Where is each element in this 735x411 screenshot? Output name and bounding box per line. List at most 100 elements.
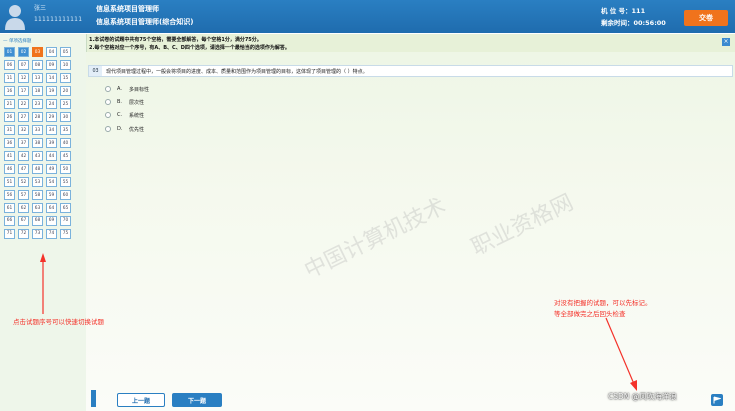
question-cell[interactable]: 44 — [46, 150, 57, 162]
question-cell[interactable]: 54 — [46, 176, 57, 188]
question-cell[interactable]: 14 — [46, 72, 57, 84]
question-cell[interactable]: 58 — [32, 189, 43, 201]
question-cell[interactable]: 42 — [18, 150, 29, 162]
instruction-line-2: 2.每个空格对应一个序号，有A、B、C、D四个选项，请选择一个最恰当的选项作为解… — [89, 45, 290, 51]
question-cell[interactable]: 73 — [32, 228, 43, 240]
question-cell[interactable]: 26 — [4, 111, 15, 123]
question-cell[interactable]: 41 — [4, 150, 15, 162]
next-question-button[interactable]: 下一题 — [172, 393, 222, 407]
question-cell[interactable]: 39 — [46, 137, 57, 149]
radio-icon[interactable] — [105, 99, 111, 105]
question-cell[interactable]: 43 — [32, 150, 43, 162]
seat-number: 机 位 号：111 — [601, 7, 646, 15]
question-cell[interactable]: 36 — [4, 137, 15, 149]
question-cell[interactable]: 04 — [46, 47, 57, 58]
option-a[interactable]: A. 多目标性 — [105, 85, 149, 93]
question-cell[interactable]: 12 — [18, 72, 29, 84]
question-cell[interactable]: 64 — [46, 202, 57, 214]
question-cell[interactable]: 32 — [18, 124, 29, 136]
option-text: 层次性 — [129, 99, 145, 106]
question-cell[interactable]: 49 — [46, 163, 57, 175]
exam-title: 信息系统项目管理师 — [96, 5, 159, 13]
question-cell[interactable]: 62 — [18, 202, 29, 214]
question-cell[interactable]: 11 — [4, 72, 15, 84]
question-cell[interactable]: 08 — [32, 59, 43, 71]
question-cell[interactable]: 21 — [4, 98, 15, 110]
question-cell[interactable]: 71 — [4, 228, 15, 240]
question-cell[interactable]: 50 — [60, 163, 71, 175]
mark-question-button[interactable] — [711, 394, 723, 406]
question-cell[interactable]: 46 — [4, 163, 15, 175]
question-cell[interactable]: 48 — [32, 163, 43, 175]
question-cell[interactable]: 01 — [4, 47, 15, 58]
radio-icon[interactable] — [105, 112, 111, 118]
question-cell[interactable]: 47 — [18, 163, 29, 175]
question-cell[interactable]: 68 — [32, 215, 43, 227]
question-cell[interactable]: 65 — [60, 202, 71, 214]
question-cell[interactable]: 19 — [46, 85, 57, 97]
question-cell[interactable]: 15 — [60, 72, 71, 84]
question-cell[interactable]: 22 — [18, 98, 29, 110]
option-c[interactable]: C. 系统性 — [105, 111, 144, 119]
question-cell[interactable]: 52 — [18, 176, 29, 188]
radio-icon[interactable] — [105, 86, 111, 92]
question-cell[interactable]: 40 — [60, 137, 71, 149]
question-cell[interactable]: 55 — [60, 176, 71, 188]
question-cell[interactable]: 09 — [46, 59, 57, 71]
question-cell[interactable]: 23 — [32, 98, 43, 110]
credit-watermark: CSDN @风吹海洋浪 — [608, 392, 677, 401]
question-cell[interactable]: 60 — [60, 189, 71, 201]
question-cell[interactable]: 56 — [4, 189, 15, 201]
question-cell[interactable]: 24 — [46, 98, 57, 110]
question-cell[interactable]: 70 — [60, 215, 71, 227]
section-title: — 单项选择题 — [3, 39, 32, 44]
question-cell[interactable]: 30 — [60, 111, 71, 123]
question-cell[interactable]: 61 — [4, 202, 15, 214]
question-cell[interactable]: 07 — [18, 59, 29, 71]
question-cell[interactable]: 51 — [4, 176, 15, 188]
question-cell[interactable]: 20 — [60, 85, 71, 97]
option-d[interactable]: D. 优先性 — [105, 125, 144, 133]
question-cell[interactable]: 34 — [46, 124, 57, 136]
question-cell[interactable]: 03 — [32, 47, 43, 58]
question-cell[interactable]: 53 — [32, 176, 43, 188]
question-cell[interactable]: 25 — [60, 98, 71, 110]
user-id: 111111111111 — [34, 16, 83, 23]
question-cell[interactable]: 75 — [60, 228, 71, 240]
question-cell[interactable]: 18 — [32, 85, 43, 97]
question-cell[interactable]: 72 — [18, 228, 29, 240]
question-cell[interactable]: 05 — [60, 47, 71, 58]
question-cell[interactable]: 16 — [4, 85, 15, 97]
question-cell[interactable]: 45 — [60, 150, 71, 162]
question-cell[interactable]: 27 — [18, 111, 29, 123]
question-cell[interactable]: 17 — [18, 85, 29, 97]
close-icon[interactable]: × — [722, 38, 730, 46]
question-cell[interactable]: 67 — [18, 215, 29, 227]
radio-icon[interactable] — [105, 126, 111, 132]
question-cell[interactable]: 69 — [46, 215, 57, 227]
question-cell[interactable]: 59 — [46, 189, 57, 201]
question-cell[interactable]: 57 — [18, 189, 29, 201]
user-name: 张三 — [34, 5, 47, 12]
option-b[interactable]: B. 层次性 — [105, 98, 144, 106]
question-cell[interactable]: 66 — [4, 215, 15, 227]
exam-subtitle: 信息系统项目管理师(综合知识) — [96, 18, 194, 26]
sidebar-toggle[interactable] — [91, 390, 96, 407]
question-cell[interactable]: 74 — [46, 228, 57, 240]
question-cell[interactable]: 38 — [32, 137, 43, 149]
option-label: C. — [117, 112, 123, 118]
annotation-left: 点击试题序号可以快速切换试题 — [13, 318, 104, 326]
question-cell[interactable]: 31 — [4, 124, 15, 136]
prev-question-button[interactable]: 上一题 — [117, 393, 165, 407]
question-cell[interactable]: 02 — [18, 47, 29, 58]
question-cell[interactable]: 33 — [32, 124, 43, 136]
question-cell[interactable]: 13 — [32, 72, 43, 84]
submit-exam-button[interactable]: 交卷 — [684, 10, 728, 26]
question-cell[interactable]: 29 — [46, 111, 57, 123]
question-cell[interactable]: 63 — [32, 202, 43, 214]
question-cell[interactable]: 35 — [60, 124, 71, 136]
question-cell[interactable]: 28 — [32, 111, 43, 123]
question-cell[interactable]: 37 — [18, 137, 29, 149]
question-cell[interactable]: 06 — [4, 59, 15, 71]
question-cell[interactable]: 10 — [60, 59, 71, 71]
